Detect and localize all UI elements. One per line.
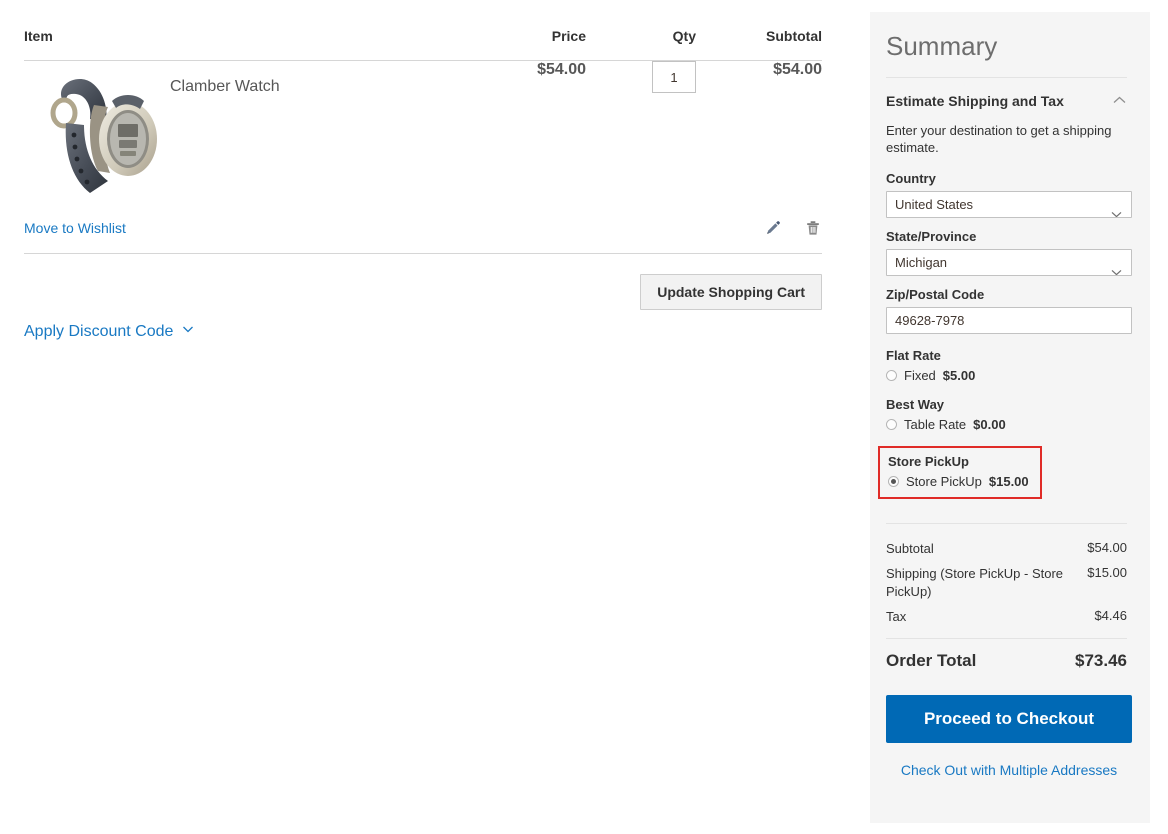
chevron-up-icon [1112, 92, 1127, 110]
state-label: State/Province [886, 228, 977, 244]
trash-icon[interactable] [804, 219, 822, 237]
radio-icon-selected[interactable] [888, 475, 899, 487]
cart-footer: Update Shopping Cart [24, 254, 822, 310]
order-total-row: Order Total $73.46 [886, 637, 1127, 671]
order-totals: Subtotal $54.00 Shipping (Store PickUp -… [886, 522, 1127, 671]
cart-header-row: Item Price Qty Subtotal [24, 0, 822, 61]
zip-label: Zip/Postal Code [886, 286, 985, 302]
column-header-subtotal: Subtotal [696, 0, 822, 61]
cart-table-head: Item Price Qty Subtotal [24, 0, 822, 61]
order-summary-panel: Summary Estimate Shipping and Tax Enter … [870, 12, 1150, 823]
shipping-option-store-pickup[interactable]: Store PickUp $15.00 [888, 474, 1032, 489]
estimate-shipping-and-tax-toggle[interactable]: Estimate Shipping and Tax [886, 78, 1127, 118]
cart-item-actions-row: Move to Wishlist [24, 209, 822, 254]
shopping-cart-page: Item Price Qty Subtotal Clamber Watch $5… [0, 0, 1168, 834]
radio-icon[interactable] [886, 369, 897, 381]
shipping-method-name: Table Rate [904, 416, 967, 432]
shipping-method-name: Fixed [904, 367, 936, 383]
cart-table-body: Clamber Watch $54.00 $54.00 Move to Wish… [24, 61, 822, 254]
estimate-shipping-heading: Estimate Shipping and Tax [886, 92, 1064, 109]
total-row-tax: Tax $4.46 [886, 604, 1127, 630]
quantity-input[interactable] [652, 61, 696, 93]
update-shopping-cart-button[interactable]: Update Shopping Cart [640, 274, 822, 310]
total-label: Tax [886, 609, 907, 625]
item-price: $54.00 [537, 61, 586, 78]
state-field: State/Province Michigan [886, 228, 1132, 276]
total-label: Subtotal [886, 540, 934, 556]
total-value: $15.00 [1087, 565, 1127, 581]
product-image[interactable] [24, 61, 170, 209]
shipping-group-store-pickup: Store PickUp Store PickUp $15.00 [878, 445, 1042, 499]
chevron-down-icon [181, 322, 195, 341]
shipping-method-price: $0.00 [973, 416, 1006, 432]
carrier-title: Store PickUp [888, 453, 969, 469]
column-header-item: Item [24, 0, 456, 61]
apply-discount-code-label: Apply Discount Code [24, 322, 174, 340]
item-subtotal: $54.00 [773, 61, 822, 78]
cart-item-cell: Clamber Watch [24, 61, 456, 210]
country-label: Country [886, 170, 936, 186]
total-row-shipping: Shipping (Store PickUp - Store PickUp) $… [886, 561, 1127, 604]
state-select[interactable]: Michigan [886, 248, 1132, 276]
shipping-option-fixed[interactable]: Fixed $5.00 [886, 368, 1127, 383]
page-title: Summary [886, 31, 998, 61]
shipping-group-flat-rate: Flat Rate Fixed $5.00 [886, 348, 1127, 383]
item-qty-cell [586, 61, 696, 210]
shipping-group-best-way: Best Way Table Rate $0.00 [886, 397, 1127, 432]
cart-section: Item Price Qty Subtotal Clamber Watch $5… [24, 0, 822, 341]
pencil-icon[interactable] [764, 219, 782, 237]
carrier-title: Best Way [886, 396, 945, 412]
total-label: Shipping (Store PickUp - Store PickUp) [886, 566, 1064, 599]
shipping-method-price: $5.00 [942, 367, 976, 383]
shipping-method-price: $15.00 [988, 473, 1029, 489]
carrier-title: Flat Rate [886, 347, 941, 363]
radio-icon[interactable] [886, 418, 897, 430]
check-out-multiple-addresses-link[interactable]: Check Out with Multiple Addresses [886, 762, 1132, 778]
order-total-label: Order Total [886, 650, 977, 670]
column-header-price: Price [456, 0, 586, 61]
table-row: Clamber Watch $54.00 $54.00 [24, 61, 822, 210]
apply-discount-code-toggle[interactable]: Apply Discount Code [24, 310, 822, 341]
proceed-to-checkout-button[interactable]: Proceed to Checkout [886, 694, 1132, 743]
zip-input[interactable]: 49628-7978 [886, 306, 1132, 334]
country-field: Country United States [886, 170, 1132, 218]
column-header-qty: Qty [586, 0, 696, 61]
estimate-shipping-note: Enter your destination to get a shipping… [886, 122, 1112, 156]
shipping-option-table-rate[interactable]: Table Rate $0.00 [886, 417, 1127, 432]
cart-items-table: Item Price Qty Subtotal Clamber Watch $5… [24, 0, 822, 254]
cart-item-actions-cell: Move to Wishlist [24, 209, 822, 254]
move-to-wishlist-link[interactable]: Move to Wishlist [24, 220, 126, 236]
state-selected-value: Michigan [895, 254, 948, 270]
total-value: $4.46 [1094, 608, 1127, 624]
order-total-value: $73.46 [1075, 650, 1127, 670]
country-selected-value: United States [895, 196, 974, 212]
total-row-subtotal: Subtotal $54.00 [886, 536, 1127, 562]
chevron-down-icon [1111, 259, 1122, 275]
product-name[interactable]: Clamber Watch [170, 61, 280, 98]
zip-field: Zip/Postal Code 49628-7978 [886, 286, 1132, 334]
zip-value: 49628-7978 [895, 312, 965, 328]
country-select[interactable]: United States [886, 190, 1132, 218]
total-value: $54.00 [1087, 539, 1127, 555]
chevron-down-icon [1111, 201, 1122, 217]
shipping-method-name: Store PickUp [906, 473, 982, 489]
